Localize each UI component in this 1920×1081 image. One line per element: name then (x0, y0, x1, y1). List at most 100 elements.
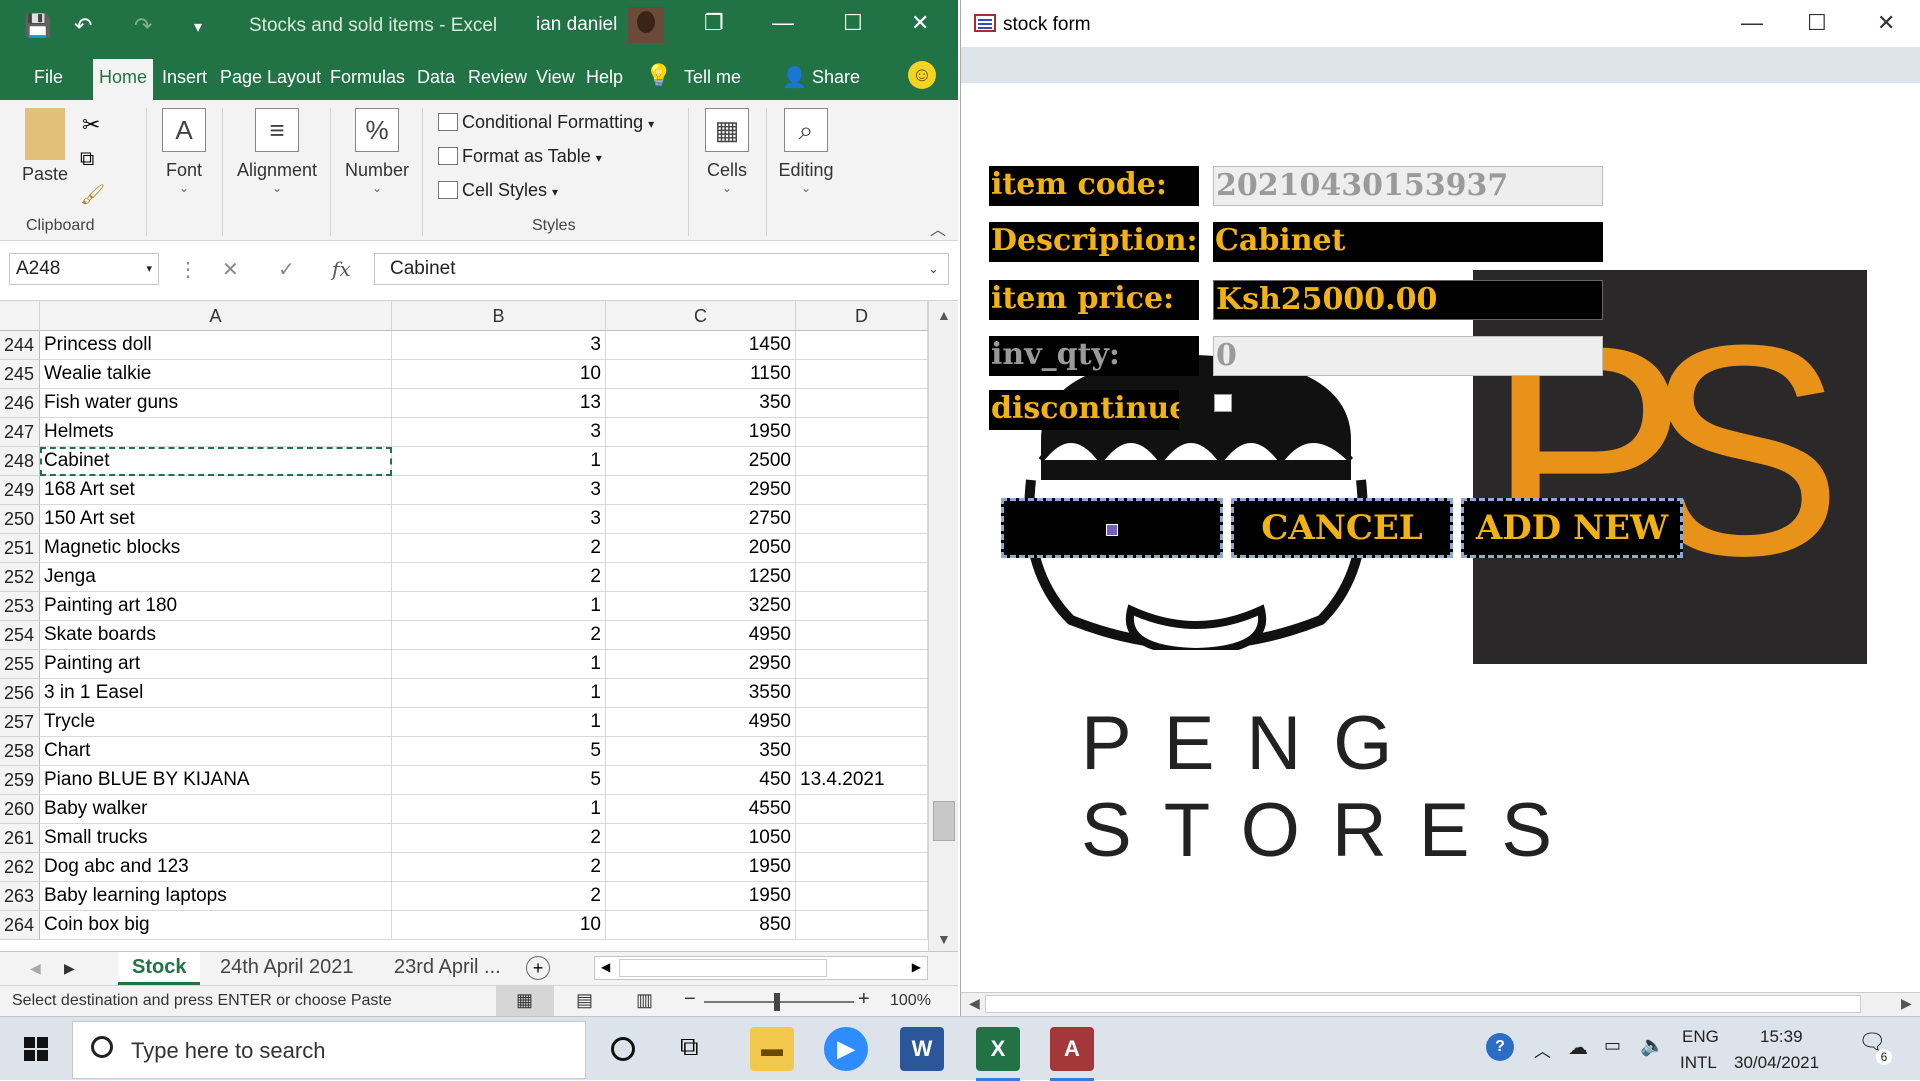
row-header[interactable]: 248 (0, 447, 40, 476)
windows-start-icon[interactable] (24, 1037, 48, 1061)
cell-quantity[interactable]: 2 (392, 621, 606, 650)
cell-item-name[interactable]: Painting art 180 (40, 592, 392, 621)
cell-quantity[interactable]: 1 (392, 795, 606, 824)
row-header[interactable]: 250 (0, 505, 40, 534)
font-button[interactable]: A Font ⌄ (156, 108, 212, 195)
number-button[interactable]: % Number ⌄ (342, 108, 412, 195)
undo-icon[interactable]: ↶ (74, 13, 92, 39)
row-header[interactable]: 256 (0, 679, 40, 708)
cell-price[interactable]: 1950 (606, 882, 796, 911)
cell-date[interactable] (796, 824, 928, 853)
cell-item-name[interactable]: Trycle (40, 708, 392, 737)
tab-review[interactable]: Review (468, 67, 527, 88)
table-row[interactable]: 254 Skate boards 2 4950 (0, 621, 928, 650)
cell-styles-button[interactable]: Cell Styles ▾ (438, 180, 558, 201)
cell-item-name[interactable]: 3 in 1 Easel (40, 679, 392, 708)
table-row[interactable]: 258 Chart 5 350 (0, 737, 928, 766)
cell-quantity[interactable]: 2 (392, 824, 606, 853)
cell-date[interactable] (796, 563, 928, 592)
tab-data[interactable]: Data (417, 67, 455, 88)
scroll-thumb[interactable] (985, 995, 1861, 1013)
paste-button[interactable]: Paste (20, 108, 70, 185)
maximize-icon[interactable]: ☐ (843, 10, 863, 36)
minimize-icon[interactable]: — (1741, 10, 1763, 36)
cell-price[interactable]: 1950 (606, 853, 796, 882)
scroll-thumb[interactable] (933, 801, 955, 841)
zoom-out-icon[interactable]: − (684, 988, 696, 1011)
cell-price[interactable]: 1050 (606, 824, 796, 853)
table-row[interactable]: 253 Painting art 180 1 3250 (0, 592, 928, 621)
row-header[interactable]: 260 (0, 795, 40, 824)
cell-item-name[interactable]: Painting art (40, 650, 392, 679)
cell-date[interactable] (796, 795, 928, 824)
select-all-corner[interactable] (0, 301, 40, 331)
row-header[interactable]: 244 (0, 331, 40, 360)
cell-date[interactable] (796, 911, 928, 940)
word-app-icon[interactable]: W (900, 1027, 944, 1071)
table-row[interactable]: 249 168 Art set 3 2950 (0, 476, 928, 505)
volume-icon[interactable]: 🔈 (1640, 1033, 1665, 1058)
cell-item-name[interactable]: 150 Art set (40, 505, 392, 534)
share-person-icon[interactable]: 👤 (782, 65, 807, 90)
row-header[interactable]: 255 (0, 650, 40, 679)
next-sheet-icon[interactable]: ▶ (64, 960, 75, 977)
page-break-preview-icon[interactable]: ▥ (636, 990, 653, 1011)
cell-price[interactable]: 1450 (606, 331, 796, 360)
row-header[interactable]: 247 (0, 418, 40, 447)
cell-item-name[interactable]: Coin box big (40, 911, 392, 940)
taskbar-search-box[interactable]: Type here to search (72, 1021, 586, 1079)
scroll-thumb[interactable] (619, 959, 827, 977)
cell-item-name[interactable]: Helmets (40, 418, 392, 447)
scroll-down-icon[interactable]: ▼ (937, 931, 951, 947)
table-row[interactable]: 250 150 Art set 3 2750 (0, 505, 928, 534)
cell-date[interactable] (796, 882, 928, 911)
row-header[interactable]: 249 (0, 476, 40, 505)
cell-item-name[interactable]: Dog abc and 123 (40, 853, 392, 882)
task-view-icon[interactable]: ⧉ (680, 1031, 699, 1063)
tab-page-layout[interactable]: Page Layout (220, 67, 321, 88)
cell-quantity[interactable]: 10 (392, 911, 606, 940)
scroll-up-icon[interactable]: ▲ (937, 307, 951, 323)
table-row[interactable]: 247 Helmets 3 1950 (0, 418, 928, 447)
cell-quantity[interactable]: 2 (392, 534, 606, 563)
user-name[interactable]: ian daniel (536, 14, 617, 36)
cell-quantity[interactable]: 1 (392, 650, 606, 679)
table-row[interactable]: 248 Cabinet 1 2500 (0, 447, 928, 476)
cell-price[interactable]: 1150 (606, 360, 796, 389)
cut-icon[interactable]: ✂ (82, 112, 100, 138)
cell-item-name[interactable]: Small trucks (40, 824, 392, 853)
cell-price[interactable]: 3550 (606, 679, 796, 708)
insert-function-icon[interactable]: fx (332, 257, 351, 281)
table-row[interactable]: 262 Dog abc and 123 2 1950 (0, 853, 928, 882)
cell-price[interactable]: 350 (606, 737, 796, 766)
tab-home[interactable]: Home (93, 59, 154, 100)
cell-price[interactable]: 3250 (606, 592, 796, 621)
description-field[interactable]: Cabinet (1213, 222, 1603, 262)
add-new-button[interactable]: ADD NEW (1461, 498, 1683, 558)
scroll-right-icon[interactable]: ▶ (1901, 995, 1912, 1012)
ribbon-display-options-icon[interactable]: ❐ (704, 10, 724, 36)
spreadsheet-grid[interactable]: A B C D 244 Princess doll 3 1450 245 Wealie t… (0, 301, 928, 951)
cell-quantity[interactable]: 5 (392, 766, 606, 795)
column-header-b[interactable]: B (392, 301, 606, 331)
cell-quantity[interactable]: 2 (392, 853, 606, 882)
cell-date[interactable] (796, 418, 928, 447)
share-button[interactable]: Share (812, 67, 860, 88)
cell-quantity[interactable]: 1 (392, 447, 606, 476)
normal-view-icon[interactable]: ▦ (516, 990, 533, 1011)
table-row[interactable]: 251 Magnetic blocks 2 2050 (0, 534, 928, 563)
cell-quantity[interactable]: 13 (392, 389, 606, 418)
formula-input[interactable]: Cabinet (374, 253, 949, 285)
file-explorer-icon[interactable]: ▬ (750, 1027, 794, 1071)
vertical-scrollbar[interactable]: ▲ ▼ (928, 301, 958, 951)
sheet-tab-stock[interactable]: Stock (118, 952, 201, 985)
sheet-tab-23rd-april[interactable]: 23rd April ... (380, 952, 515, 985)
table-row[interactable]: 261 Small trucks 2 1050 (0, 824, 928, 853)
cell-date[interactable] (796, 360, 928, 389)
cell-price[interactable]: 4950 (606, 621, 796, 650)
cell-price[interactable]: 350 (606, 389, 796, 418)
copy-icon[interactable]: ⧉ (80, 148, 94, 171)
cancel-button[interactable]: CANCEL (1231, 498, 1453, 558)
close-icon[interactable]: ✕ (911, 10, 929, 36)
save-icon[interactable]: 💾 (24, 13, 51, 39)
